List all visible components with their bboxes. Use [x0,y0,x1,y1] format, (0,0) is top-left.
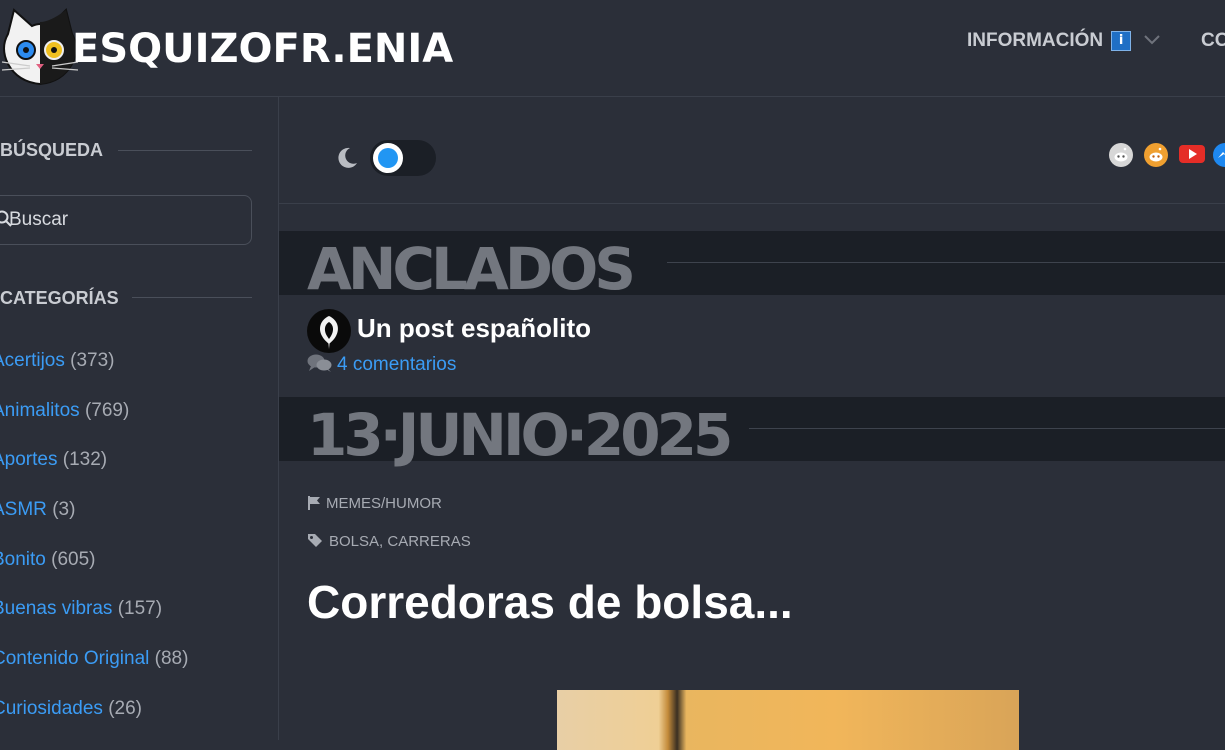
post-image[interactable] [557,690,1019,750]
site-logo[interactable]: ESQUIZOFR.ENIA [0,4,453,88]
post-category: MEMES/HUMOR [307,495,442,512]
category-count: (157) [117,598,163,620]
category-count: (132) [62,449,108,471]
post-title[interactable]: Corredoras de bolsa... [307,575,793,629]
list-item: Animalitos (769) [0,397,188,447]
date-heading: 13·JUNIO·2025 [307,401,733,469]
category-link[interactable]: ASMR [0,499,47,520]
divider [118,150,252,151]
list-item: ASMR (3) [0,496,188,546]
category-link[interactable]: MEMES/HUMOR [326,495,442,512]
search-input[interactable] [9,196,239,244]
main-content: ANCLADOS Un post españolito 4 comentario… [279,97,1225,750]
list-item: Contenido Original (88) [0,645,188,695]
nav-item-label: INFORMACIÓN [967,30,1104,52]
category-count: (3) [52,499,76,521]
info-icon: i [1111,31,1132,51]
category-link[interactable]: Contenido Original [0,648,149,669]
comments-icon [307,354,333,375]
post-tags: BOLSA, CARRERAS [307,533,471,550]
category-link[interactable]: Bonito [0,549,46,570]
tag-link[interactable]: CARRERAS [387,533,470,550]
category-link[interactable]: Animalitos [0,400,80,421]
divider [749,428,1225,429]
tags-icon [307,533,329,550]
quake-avatar-icon [307,309,351,353]
pinned-band: ANCLADOS [279,231,1225,303]
category-count: (88) [154,648,189,670]
list-item: Aportes (132) [0,446,188,496]
divider [132,297,252,298]
category-list: Acertijos (373) Animalitos (769) Aportes… [0,347,188,745]
categories-heading: CATEGORÍAS [0,288,119,308]
search-heading: BÚSQUEDA [0,140,104,160]
pinned-post-title[interactable]: Un post españolito [357,313,591,344]
toggle-knob [373,143,403,173]
tag-link[interactable]: BOLSA [329,533,379,550]
nav-item-co[interactable]: CO [1201,30,1225,52]
divider [667,262,1225,263]
chevron-down-icon [1143,30,1161,52]
flag-icon [307,495,326,512]
category-link[interactable]: Curiosidades [0,698,103,719]
comments-link[interactable]: 4 comentarios [337,354,456,375]
category-count: (605) [51,548,96,570]
divider [279,203,1225,204]
nav-item-informacion[interactable]: INFORMACIÓN i [967,30,1161,52]
list-item: Acertijos (373) [0,347,188,397]
messenger-icon[interactable] [1213,143,1225,172]
logo-wordmark: ESQUIZOFR.ENIA [72,26,454,72]
search-box[interactable] [0,195,252,245]
moon-icon [335,146,359,175]
list-item: Buenas vibras (157) [0,595,188,645]
category-link[interactable]: Buenas vibras [0,598,112,619]
category-count: (26) [108,697,142,719]
main-nav: INFORMACIÓN i CO [967,30,1225,54]
category-count: (373) [70,350,115,371]
sidebar: BÚSQUEDA CATEGORÍAS Acertijos (373) Anim… [0,97,279,740]
cat-logo-icon [1,8,79,86]
reddit-icon[interactable] [1144,143,1168,172]
reddit-icon[interactable] [1109,143,1133,172]
dark-mode-toggle[interactable] [370,140,436,176]
list-item: Curiosidades (26) [0,695,188,745]
pinned-post-comments[interactable]: 4 comentarios [307,353,456,376]
category-link[interactable]: Acertijos [0,350,65,371]
youtube-icon[interactable] [1179,143,1205,170]
list-item: Bonito (605) [0,546,188,596]
date-band: 13·JUNIO·2025 [279,397,1225,469]
pinned-heading: ANCLADOS [307,235,636,303]
site-header: ESQUIZOFR.ENIA INFORMACIÓN i CO [0,0,1225,97]
category-link[interactable]: Aportes [0,449,57,470]
category-count: (769) [84,399,130,421]
